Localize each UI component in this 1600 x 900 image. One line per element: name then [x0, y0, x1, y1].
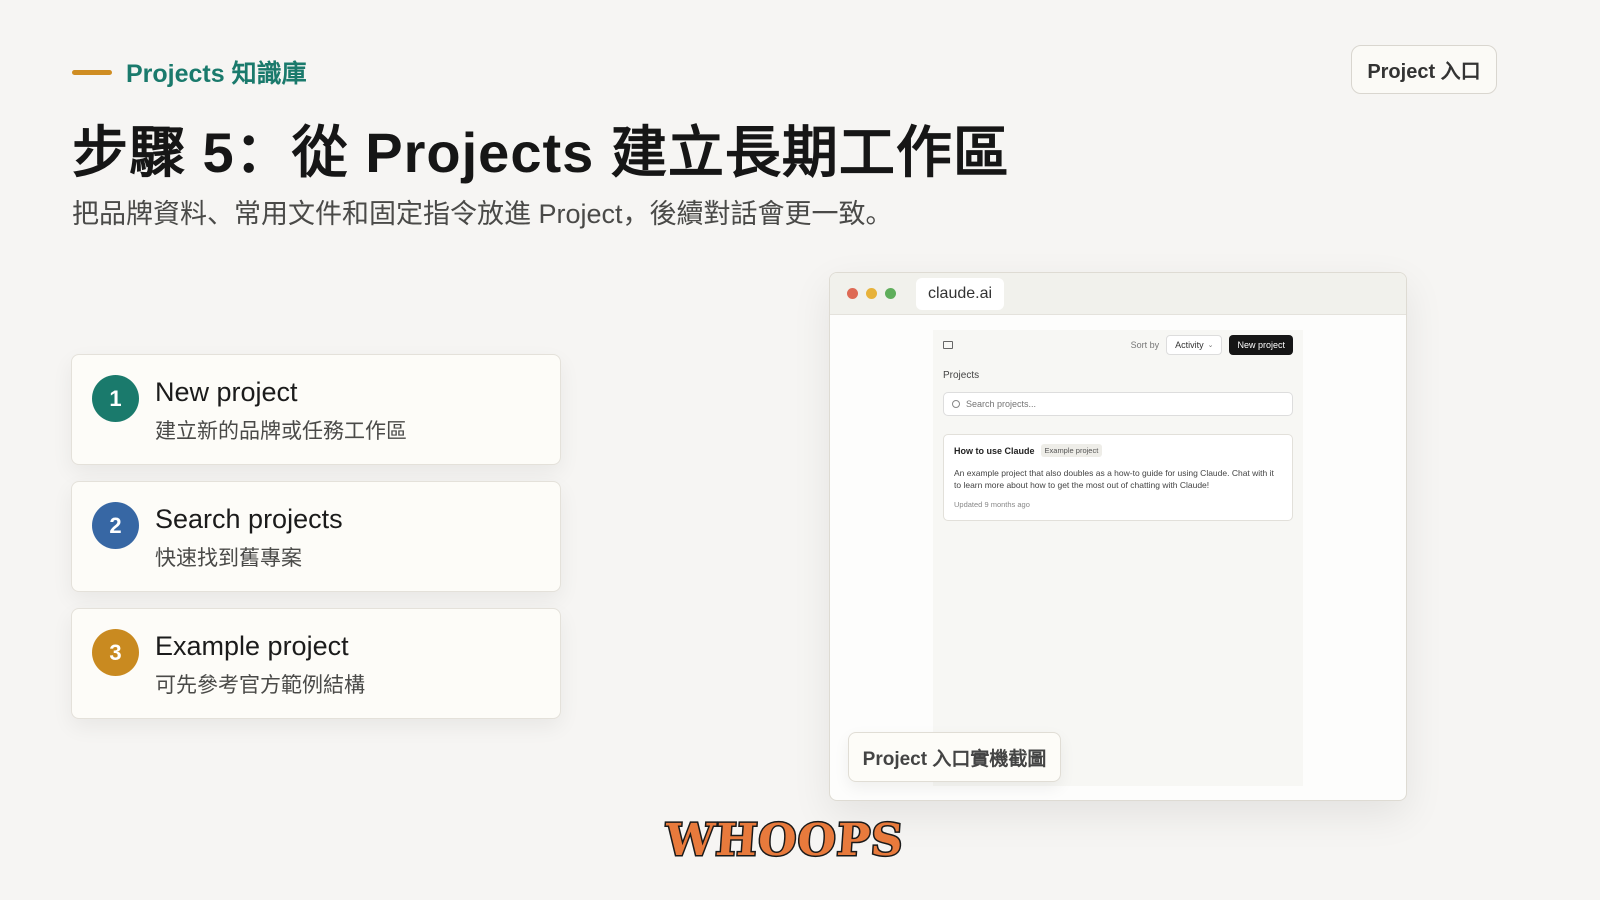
step-desc: 快速找到舊專案 [155, 547, 302, 570]
step-title: Search projects [155, 504, 343, 534]
eyebrow: Projects 知識庫 [72, 54, 307, 90]
project-name: How to use Claude [954, 445, 1035, 456]
browser-toolbar: claude.ai [830, 273, 1406, 315]
screenshot-caption: Project 入口實機截圖 [848, 732, 1061, 782]
section-heading: Projects [943, 370, 980, 381]
step-number-badge: 1 [92, 375, 139, 422]
eyebrow-label: Projects 知識庫 [126, 60, 307, 88]
project-description: An example project that also doubles as … [954, 468, 1274, 490]
step-title: New project [155, 377, 298, 407]
step-desc: 建立新的品牌或任務工作區 [155, 420, 407, 443]
step-list: 1 New project 建立新的品牌或任務工作區 2 Search proj… [71, 354, 561, 735]
project-updated: Updated 9 months ago [954, 500, 1030, 509]
project-badge: Example project [1040, 444, 1103, 457]
chevron-down-icon: ⌄ [1207, 342, 1214, 349]
page-title: 步驟 5：從 Projects 建立長期工作區 [72, 121, 1010, 184]
search-field[interactable] [943, 392, 1293, 416]
minimize-dot-icon [866, 288, 877, 299]
sidebar-toggle-icon[interactable] [943, 341, 953, 349]
sort-label: Sort by [1130, 340, 1160, 350]
browser-mockup: claude.ai Sort by Activity ⌄ New project… [829, 272, 1407, 801]
step-title: Example project [155, 631, 349, 661]
sort-dropdown[interactable]: Activity ⌄ [1166, 335, 1223, 355]
maximize-dot-icon [885, 288, 896, 299]
step-card-search-projects: 2 Search projects 快速找到舊專案 [71, 481, 561, 592]
app-toolbar: Sort by Activity ⌄ New project [943, 334, 1293, 356]
step-card-new-project: 1 New project 建立新的品牌或任務工作區 [71, 354, 561, 465]
brand-logo: WHOOPS [662, 813, 907, 867]
step-number-badge: 3 [92, 629, 139, 676]
sort-value: Activity [1175, 340, 1204, 350]
close-dot-icon [847, 288, 858, 299]
address-bar: claude.ai [916, 277, 1005, 310]
step-number-badge: 2 [92, 502, 139, 549]
new-project-button[interactable]: New project [1229, 335, 1293, 355]
search-input[interactable] [966, 399, 1266, 409]
step-card-example-project: 3 Example project 可先參考官方範例結構 [71, 608, 561, 719]
page-subtitle: 把品牌資料、常用文件和固定指令放進 Project，後續對話會更一致。 [72, 199, 893, 229]
project-card[interactable]: How to use Claude Example project An exa… [943, 434, 1293, 521]
step-desc: 可先參考官方範例結構 [155, 674, 365, 697]
claude-projects-page: Sort by Activity ⌄ New project Projects … [933, 330, 1303, 786]
eyebrow-bar [72, 69, 112, 75]
corner-tag: Project 入口 [1351, 45, 1497, 94]
search-icon [952, 400, 960, 408]
